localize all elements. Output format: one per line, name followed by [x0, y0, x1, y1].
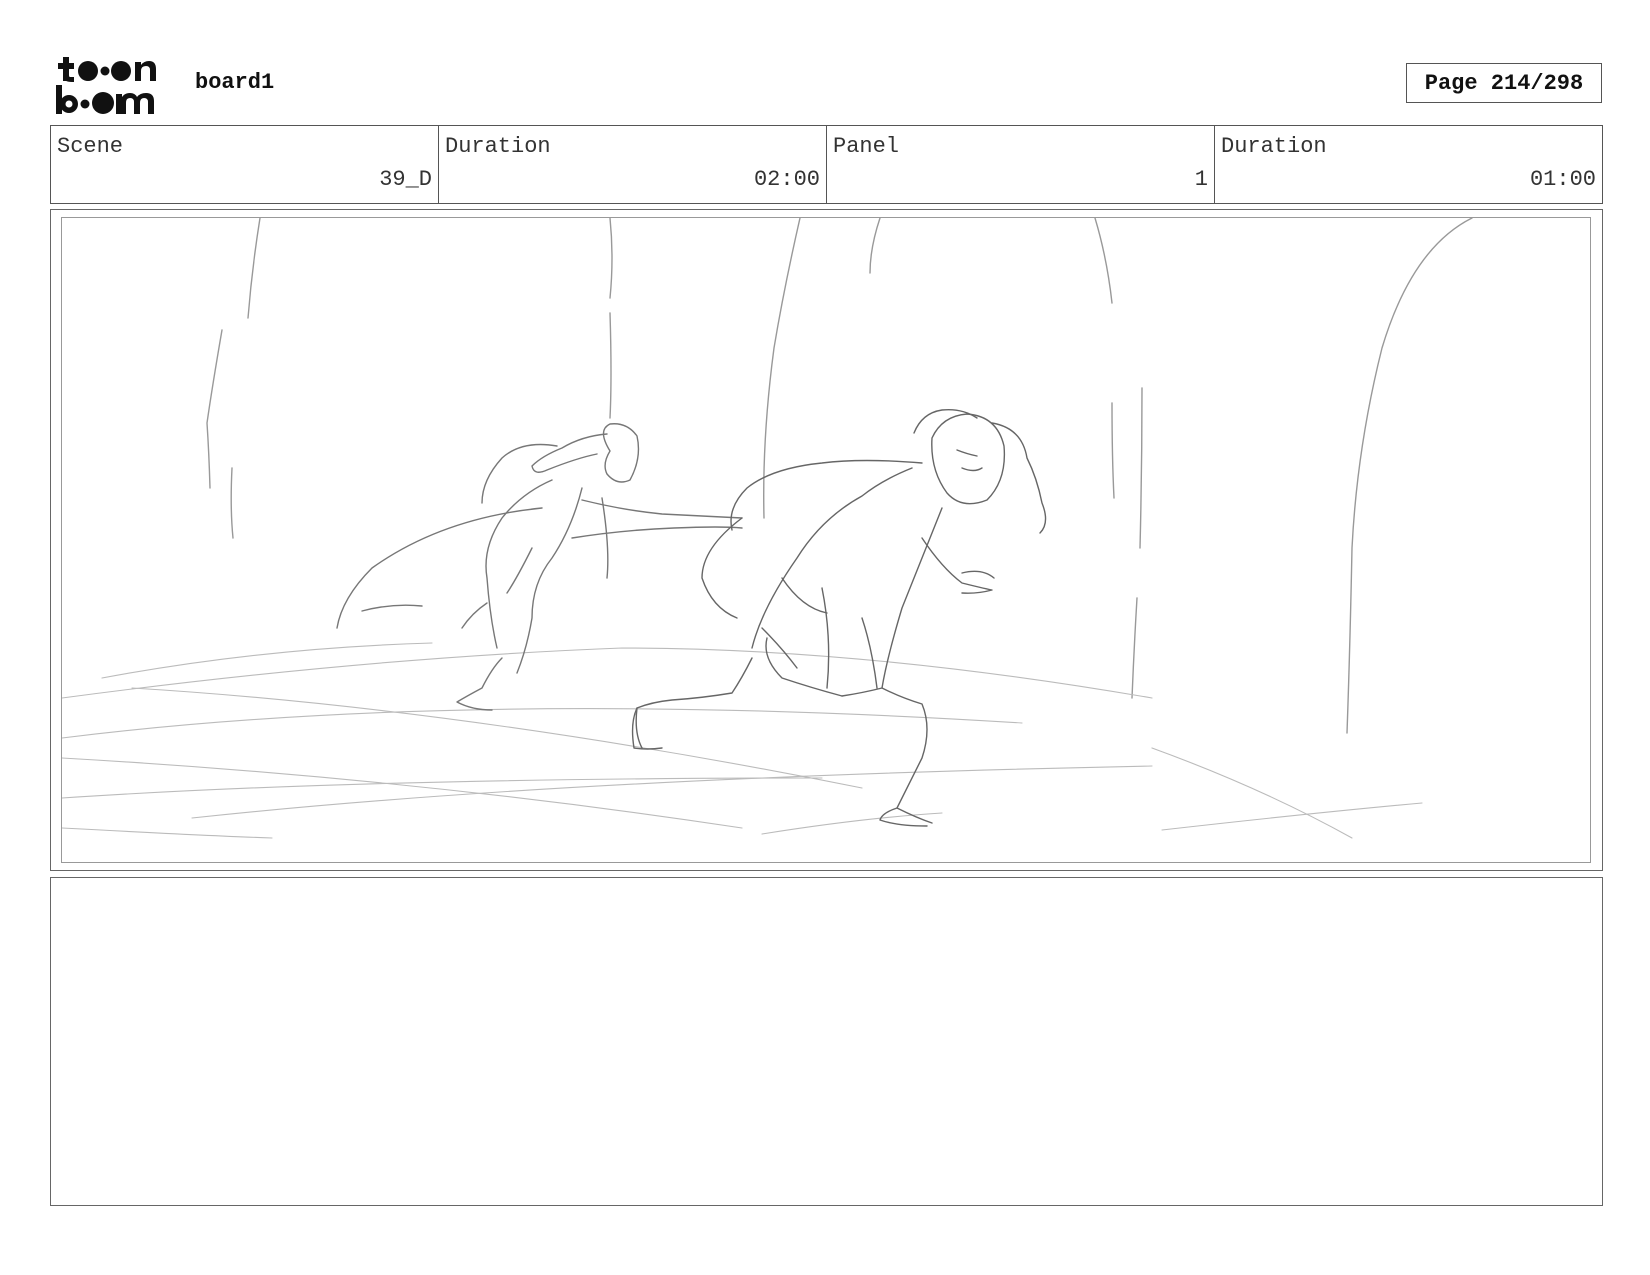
project-name: board1 — [195, 70, 275, 95]
scene-duration-label: Duration — [445, 134, 551, 159]
panel-cell: Panel 1 — [827, 126, 1215, 203]
sketch-drawing — [62, 218, 1473, 839]
toon-boom-logo — [54, 54, 172, 116]
toon-boom-logo-icon — [56, 57, 156, 114]
panel-label: Panel — [833, 134, 900, 159]
scene-cell: Scene 39_D — [51, 126, 439, 203]
front-figure-sketch — [631, 408, 1047, 827]
scene-info-table: Scene 39_D Duration 02:00 Panel 1 Durati… — [50, 125, 1603, 204]
page-indicator: Page 214/298 — [1406, 63, 1602, 103]
panel-duration-cell: Duration 01:00 — [1215, 126, 1602, 203]
panel-duration-label: Duration — [1221, 134, 1327, 159]
panel-drawing-area — [61, 217, 1591, 863]
scene-label: Scene — [57, 134, 124, 159]
panel-duration-value: 01:00 — [1529, 167, 1596, 192]
storyboard-panel — [50, 209, 1603, 871]
panel-value: 1 — [1194, 167, 1208, 192]
rear-figure-sketch — [336, 423, 743, 711]
panel-notes-area[interactable] — [50, 877, 1603, 1206]
scene-duration-value: 02:00 — [753, 167, 820, 192]
scene-value: 39_D — [379, 167, 432, 192]
scene-duration-cell: Duration 02:00 — [439, 126, 827, 203]
background-pillars — [206, 218, 1473, 734]
floor-lines — [62, 642, 1423, 839]
